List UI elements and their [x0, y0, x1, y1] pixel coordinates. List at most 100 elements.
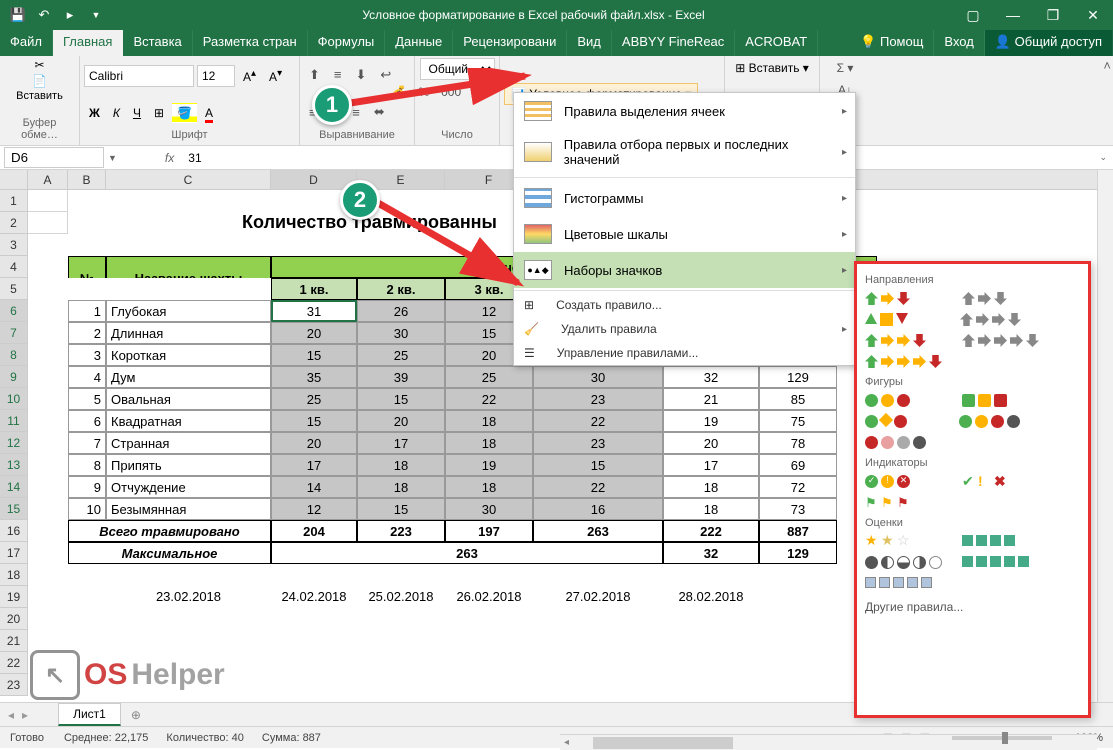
tab-view[interactable]: Вид: [567, 30, 612, 56]
row-18[interactable]: 18: [0, 564, 28, 586]
cell-i[interactable]: 75: [759, 410, 837, 432]
cell-name[interactable]: Овальная: [106, 388, 271, 410]
cell-i[interactable]: 85: [759, 388, 837, 410]
cell-name[interactable]: Глубокая: [106, 300, 271, 322]
iconset-3trafficlights1[interactable]: [865, 394, 910, 407]
row-19[interactable]: 19: [0, 586, 28, 608]
iconset-3arrows-color[interactable]: [865, 292, 910, 305]
cell-f[interactable]: 18: [445, 432, 533, 454]
paste-button[interactable]: Вставить: [16, 90, 63, 102]
tell-me[interactable]: 💡 Помощ: [850, 30, 934, 56]
tab-home[interactable]: Главная: [53, 30, 123, 56]
row-20[interactable]: 20: [0, 608, 28, 630]
cell-e[interactable]: 25: [357, 344, 445, 366]
iconset-4trafficlights[interactable]: [959, 415, 1020, 428]
cell-d[interactable]: 31: [271, 300, 357, 322]
cell-name[interactable]: Длинная: [106, 322, 271, 344]
iconset-3flags[interactable]: ⚑⚑⚑: [865, 496, 910, 509]
cell-i[interactable]: 72: [759, 476, 837, 498]
iconset-5ratings[interactable]: [962, 556, 1029, 569]
new-sheet-icon[interactable]: ⊕: [121, 708, 151, 722]
insert-cells-button[interactable]: ⊞ Вставить ▾: [730, 58, 814, 78]
cell-g[interactable]: 30: [533, 366, 663, 388]
font-name-select[interactable]: [84, 65, 194, 87]
tab-abbyy[interactable]: ABBYY FineReac: [612, 30, 735, 56]
cell-g[interactable]: 22: [533, 410, 663, 432]
cell-h[interactable]: 18: [663, 476, 759, 498]
tab-file[interactable]: Файл: [0, 30, 53, 56]
zoom-slider[interactable]: [952, 736, 1052, 740]
cell-f[interactable]: 25: [445, 366, 533, 388]
underline-button[interactable]: Ч: [128, 103, 146, 123]
collapse-ribbon-icon[interactable]: ˄: [1103, 58, 1111, 73]
cell-g[interactable]: 23: [533, 388, 663, 410]
row-22[interactable]: 22: [0, 652, 28, 674]
row-9[interactable]: 9: [0, 366, 28, 388]
comma-icon[interactable]: 000: [436, 82, 466, 102]
row-14[interactable]: 14: [0, 476, 28, 498]
cell-g[interactable]: 16: [533, 498, 663, 520]
row-6[interactable]: 6: [0, 300, 28, 322]
cell-g[interactable]: 22: [533, 476, 663, 498]
cell-d[interactable]: 25: [271, 388, 357, 410]
cell-h[interactable]: 32: [663, 366, 759, 388]
cell-e[interactable]: 30: [357, 322, 445, 344]
decrease-font-icon[interactable]: A▾: [264, 65, 287, 87]
cell-f[interactable]: 18: [445, 410, 533, 432]
cell-name[interactable]: Отчуждение: [106, 476, 271, 498]
cell-num[interactable]: 1: [68, 300, 106, 322]
maximize-icon[interactable]: ❐: [1033, 0, 1073, 30]
iconset-3signs[interactable]: [865, 415, 907, 428]
cf-color-scales[interactable]: Цветовые шкалы▸: [514, 216, 855, 252]
fill-color-icon[interactable]: 🪣: [172, 103, 197, 123]
cell-name[interactable]: Припять: [106, 454, 271, 476]
cell-d[interactable]: 17: [271, 454, 357, 476]
font-color-icon[interactable]: A: [200, 103, 218, 123]
cell-d[interactable]: 20: [271, 432, 357, 454]
tab-pagelayout[interactable]: Разметка стран: [193, 30, 308, 56]
sheet-tab-1[interactable]: Лист1: [58, 703, 121, 726]
align-mid-icon[interactable]: ≡: [329, 64, 347, 85]
cell-num[interactable]: 6: [68, 410, 106, 432]
row-12[interactable]: 12: [0, 432, 28, 454]
cell-e[interactable]: 17: [357, 432, 445, 454]
cell-d[interactable]: 15: [271, 344, 357, 366]
row-1[interactable]: 1: [0, 190, 28, 212]
iconset-5boxes[interactable]: [865, 577, 932, 588]
align-bot-icon[interactable]: ⬇: [351, 64, 372, 86]
cf-clear-rules[interactable]: 🧹Удалить правила▸: [514, 317, 855, 341]
cell-f[interactable]: 18: [445, 476, 533, 498]
cell-d[interactable]: 15: [271, 410, 357, 432]
iconset-5arrows-gray[interactable]: [962, 334, 1039, 347]
redo-icon[interactable]: ▸: [60, 5, 80, 25]
iconset-5arrows-color[interactable]: [865, 355, 942, 368]
cell-i[interactable]: 73: [759, 498, 837, 520]
cell-d[interactable]: 14: [271, 476, 357, 498]
cell-num[interactable]: 8: [68, 454, 106, 476]
cell-h[interactable]: 19: [663, 410, 759, 432]
share-button[interactable]: 👤 Общий доступ: [985, 30, 1113, 56]
iconset-3symbols-circled[interactable]: ✓!✕: [865, 475, 910, 488]
row-8[interactable]: 8: [0, 344, 28, 366]
cell-num[interactable]: 4: [68, 366, 106, 388]
undo-icon[interactable]: ↶: [34, 5, 54, 25]
row-7[interactable]: 7: [0, 322, 28, 344]
cf-new-rule[interactable]: ⊞Создать правило...: [514, 293, 855, 317]
merge-icon[interactable]: ⬌: [369, 101, 390, 123]
minimize-icon[interactable]: —: [993, 0, 1033, 30]
col-A[interactable]: A: [28, 170, 68, 189]
expand-formula-icon[interactable]: ⌄: [1093, 152, 1113, 163]
sheet-nav-prev-icon[interactable]: ◂: [0, 708, 22, 722]
iconset-3arrows-gray[interactable]: [962, 292, 1007, 305]
cell-e[interactable]: 18: [357, 454, 445, 476]
iconsets-more-rules[interactable]: Другие правила...: [865, 596, 1080, 618]
cut-icon[interactable]: ✂: [34, 58, 44, 72]
fx-icon[interactable]: fx: [157, 151, 182, 165]
row-5[interactable]: 5: [0, 278, 28, 300]
increase-font-icon[interactable]: A▴: [238, 65, 261, 87]
copy-icon[interactable]: 📄: [32, 74, 47, 88]
cf-icon-sets[interactable]: ●▲◆Наборы значков▸: [514, 252, 855, 288]
inc-decimal-icon[interactable]: ←0: [468, 82, 497, 102]
cell-name[interactable]: Дум: [106, 366, 271, 388]
italic-button[interactable]: К: [108, 103, 125, 123]
